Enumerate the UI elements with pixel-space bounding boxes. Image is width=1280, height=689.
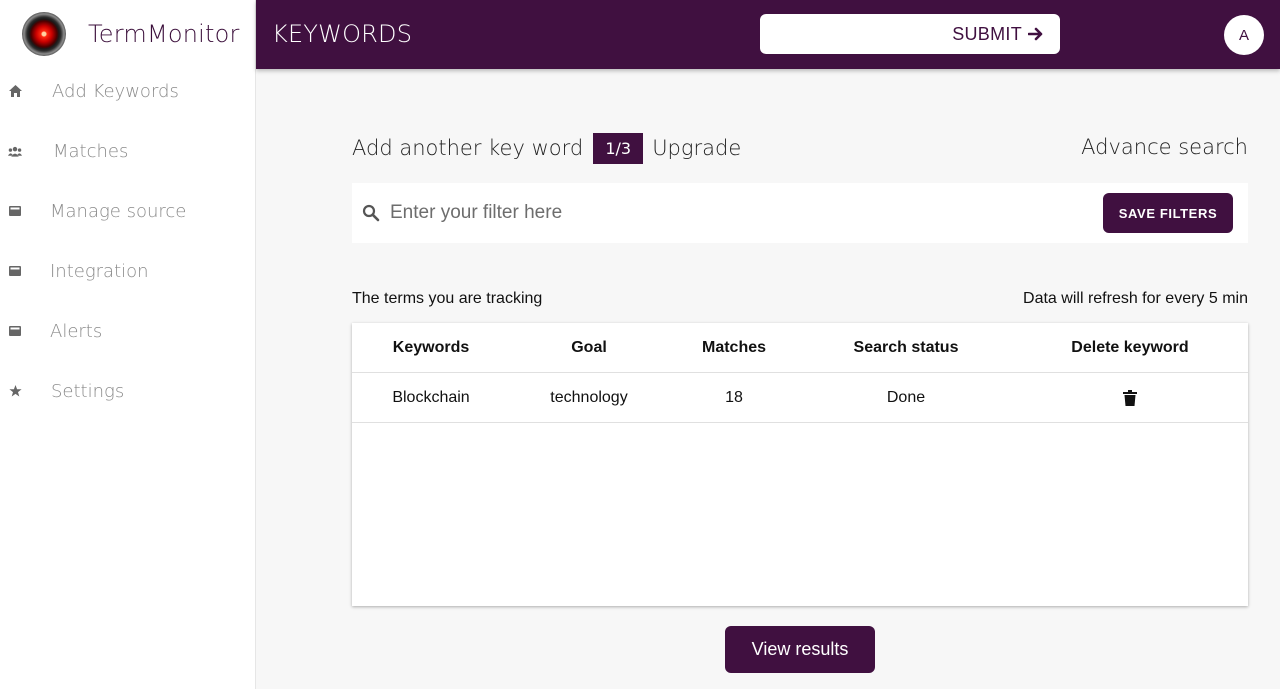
column-header-delete-keyword: Delete keyword [1071,339,1189,356]
quota-badge: 1/3 [593,132,644,164]
filter-input[interactable] [390,197,1090,229]
keyword-cell: Blockchain [392,389,470,406]
sidebar-item-manage-source[interactable]: Manage source [0,191,256,231]
card-icon [8,264,22,278]
home-icon [8,84,22,98]
sidebar-item-integration[interactable]: Integration [0,251,256,291]
sidebar-item-settings[interactable]: Settings [0,371,256,411]
sidebar-item-alerts[interactable]: Alerts [0,311,256,351]
column-header-goal: Goal [571,339,607,356]
add-another-label: Add another key word [352,136,584,160]
table-row: Blockchain technology 18 Done [352,373,1248,423]
sidebar-item-label: Manage source [50,200,187,222]
advance-search-link[interactable]: Advance search [1081,135,1248,159]
users-icon [8,144,22,158]
sidebar-item-label: Alerts [50,320,103,342]
sidebar-item-label: Settings [51,380,125,402]
matches-cell: 18 [725,389,743,406]
arrow-right-icon [1028,26,1044,42]
filter-bar: SAVE FILTERS [352,183,1248,243]
column-header-keywords: Keywords [392,339,470,356]
submit-button[interactable]: SUBMIT [760,14,1060,54]
top-header: KEYWORDS SUBMIT A [256,0,1280,69]
column-header-search-status: Search status [853,339,959,356]
delete-cell [1012,373,1248,423]
brand-name: TermMonitor [88,20,240,48]
sidebar-item-matches[interactable]: Matches [0,131,256,171]
card-icon [8,324,22,338]
page-title: KEYWORDS [272,20,413,48]
sidebar: TermMonitor Add Keywords Matches Manage … [0,0,256,689]
card-icon [8,204,22,218]
sidebar-item-add-keywords[interactable]: Add Keywords [0,71,256,111]
save-filters-button[interactable]: SAVE FILTERS [1103,193,1233,233]
sidebar-item-label: Integration [50,260,149,282]
upgrade-link[interactable]: Upgrade [652,136,741,160]
search-icon [362,204,380,222]
avatar[interactable]: A [1224,15,1264,55]
refresh-note: Data will refresh for every 5 min [1023,290,1248,307]
tracking-label: The terms you are tracking [352,290,543,307]
trash-icon[interactable] [1123,390,1137,406]
submit-label: SUBMIT [952,23,1022,44]
star-icon [8,384,22,398]
sidebar-item-label: Add Keywords [52,80,179,102]
goal-cell: technology [550,389,628,406]
add-keyword-row: Add another key word 1/3 Upgrade [352,132,741,164]
view-results-button[interactable]: View results [725,626,875,673]
sidebar-item-label: Matches [53,140,129,162]
table-header: Keywords Goal Matches Search status Dele… [352,323,1248,373]
logo-icon [22,12,66,56]
status-cell: Done [886,389,926,406]
keywords-table: Keywords Goal Matches Search status Dele… [352,323,1248,606]
brand[interactable]: TermMonitor [22,12,240,56]
column-header-matches: Matches [701,339,767,356]
